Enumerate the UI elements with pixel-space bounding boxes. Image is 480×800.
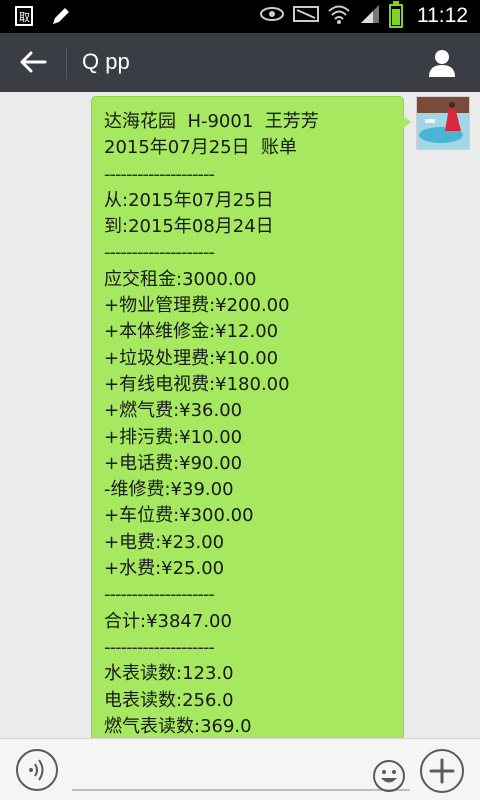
plus-icon (422, 758, 462, 795)
chat-area[interactable]: 达海花园 H-9001 王芳芳 2015年07月25日 账单 ---------… (0, 92, 480, 738)
message-line: 应交租金:3000.00 (104, 268, 257, 290)
voice-button[interactable] (16, 749, 58, 791)
plus-button[interactable] (420, 749, 464, 793)
message-line: +车位费:¥300.00 (104, 505, 254, 527)
signal-icon (359, 3, 381, 29)
message-line: 电表读数:256.0 (104, 689, 234, 711)
edit-icon (50, 5, 72, 31)
message-line: +燃气费:¥36.00 (104, 400, 243, 422)
message-line: 到:2015年08月24日 (104, 216, 274, 238)
avatar[interactable] (416, 96, 470, 150)
message-line: 2015年07月25日 账单 (104, 137, 298, 159)
separator-line: -------------------- (104, 163, 215, 185)
message-line: 水表读数:123.0 (104, 663, 234, 685)
message-line: 从:2015年07月25日 (104, 189, 274, 211)
battery-icon (389, 1, 403, 28)
message-line: 燃气表读数:369.0 (104, 715, 252, 737)
message-line: 达海花园 H-9001 王芳芳 (104, 111, 319, 132)
message-line: +电费:¥23.00 (104, 531, 225, 553)
message-line: +垃圾处理费:¥10.00 (104, 347, 279, 369)
message-bubble[interactable]: 达海花园 H-9001 王芳芳 2015年07月25日 账单 ---------… (91, 96, 404, 738)
separator-line: -------------------- (104, 242, 215, 264)
message-input[interactable] (72, 747, 410, 793)
eye-icon (259, 5, 285, 27)
nfc-icon (293, 4, 319, 28)
message-line: +电话费:¥90.00 (104, 452, 243, 474)
message-line: +本体维修金:¥12.00 (104, 321, 279, 343)
bubble-tail (401, 114, 411, 130)
status-bar: 取 11:12 (0, 0, 480, 33)
chat-title: Q pp (82, 49, 130, 74)
person-icon[interactable] (426, 47, 458, 79)
message-line: +排污费:¥10.00 (104, 426, 243, 448)
message-line: +物业管理费:¥200.00 (104, 295, 290, 317)
message-line: +有线电视费:¥180.00 (104, 373, 290, 395)
sim-icon: 取 (14, 5, 36, 31)
wifi-icon (327, 4, 351, 28)
voice-icon (18, 759, 56, 793)
svg-text:取: 取 (19, 11, 30, 24)
separator-line: -------------------- (104, 636, 215, 658)
message-line: 合计:¥3847.00 (104, 610, 232, 632)
message-line: -维修费:¥39.00 (104, 479, 234, 501)
clock: 11:12 (417, 4, 468, 27)
message-line: +水费:¥25.00 (104, 558, 225, 580)
separator-line: -------------------- (104, 584, 215, 606)
chat-header: Q pp (0, 33, 480, 92)
emoji-icon[interactable] (372, 759, 406, 793)
back-arrow-icon[interactable] (18, 47, 48, 77)
header-divider (66, 47, 67, 79)
input-bar (0, 738, 480, 800)
